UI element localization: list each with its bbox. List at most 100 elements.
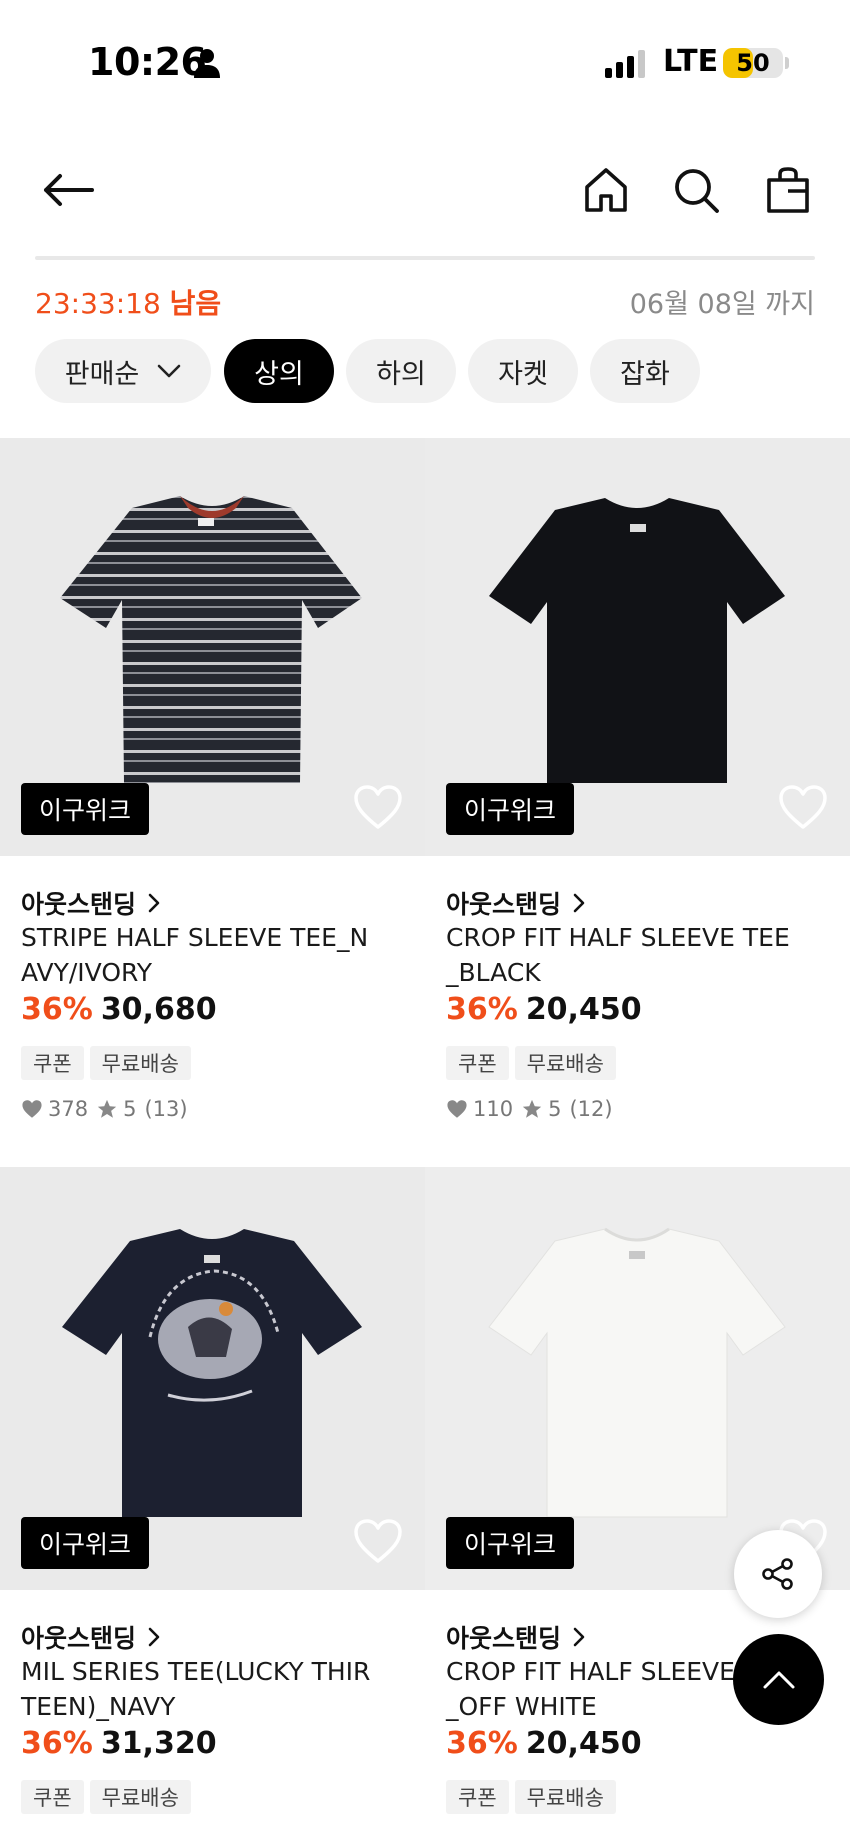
product-name[interactable]: CROP FIT HALF SLEEVE TEE _BLACK	[446, 920, 836, 990]
price-row: 36% 20,450	[446, 992, 642, 1027]
heart-filled-icon	[22, 1100, 42, 1118]
badge-list: 쿠폰 무료배송	[21, 1046, 191, 1080]
arrow-left-icon	[44, 174, 94, 206]
cart-button[interactable]	[760, 162, 816, 218]
category-chip-jackets[interactable]: 자켓	[468, 339, 578, 403]
brand-link[interactable]: 아웃스탠딩	[21, 1619, 160, 1655]
product-card[interactable]: 이구위크 아웃스탠딩 CROP FIT HALF SLEEVE TEE _BLA…	[425, 438, 850, 1121]
event-tag: 이구위크	[21, 1517, 150, 1569]
product-name-line1: CROP FIT HALF SLEEVE TEE	[446, 923, 790, 952]
countdown-time: 23:33:18	[35, 287, 161, 320]
brand-link[interactable]: 아웃스탠딩	[446, 885, 585, 921]
top-nav	[0, 150, 850, 234]
coupon-badge: 쿠폰	[21, 1780, 84, 1814]
sale-price: 30,680	[100, 992, 217, 1027]
status-bar: 10:26 LTE 50	[0, 0, 850, 110]
signal-icon	[605, 50, 645, 78]
brand-name: 아웃스탠딩	[21, 1624, 137, 1653]
home-button[interactable]	[578, 162, 634, 218]
heart-icon[interactable]	[778, 784, 828, 830]
product-card[interactable]: 이구위크 아웃스탠딩 MIL SERIES TEE(LUCKY THIR TEE…	[0, 1167, 425, 1842]
sort-dropdown[interactable]: 판매순	[35, 339, 211, 403]
deal-deadline: 06월 08일 까지	[629, 289, 815, 320]
chevron-right-icon	[573, 1627, 585, 1647]
rating: 5	[123, 1097, 137, 1121]
status-time: 10:26	[88, 40, 207, 84]
sale-price: 31,320	[100, 1726, 217, 1761]
coupon-badge: 쿠폰	[446, 1046, 509, 1080]
share-button[interactable]	[734, 1530, 822, 1618]
rating: 5	[548, 1097, 562, 1121]
deal-timer: 23:33:18 남음 06월 08일 까지	[35, 278, 815, 322]
discount-rate: 36%	[446, 1726, 518, 1761]
product-image[interactable]: 이구위크	[0, 1167, 425, 1590]
product-stats: 110 5 (12)	[446, 1097, 613, 1121]
product-name[interactable]: MIL SERIES TEE(LUCKY THIR TEEN)_NAVY	[21, 1654, 411, 1724]
brand-name: 아웃스탠딩	[21, 890, 137, 919]
product-name-line2: TEEN)_NAVY	[21, 1692, 176, 1721]
badge-list: 쿠폰 무료배송	[446, 1046, 616, 1080]
coupon-badge: 쿠폰	[446, 1780, 509, 1814]
battery-cap	[785, 57, 789, 69]
product-name-line1: STRIPE HALF SLEEVE TEE_N	[21, 923, 369, 952]
chevron-right-icon	[148, 1627, 160, 1647]
product-name[interactable]: STRIPE HALF SLEEVE TEE_N AVY/IVORY	[21, 920, 411, 990]
product-name-line1: MIL SERIES TEE(LUCKY THIR	[21, 1657, 371, 1686]
product-name-line2: AVY/IVORY	[21, 958, 153, 987]
sale-price: 20,450	[525, 1726, 642, 1761]
brand-name: 아웃스탠딩	[446, 1624, 562, 1653]
product-card[interactable]: 이구위크 아웃스탠딩 CROP FIT HALF SLEEVE T _OFF W…	[425, 1167, 850, 1842]
search-icon	[675, 169, 719, 213]
badge-list: 쿠폰 무료배송	[21, 1780, 191, 1814]
review-count: (13)	[144, 1097, 188, 1121]
product-card[interactable]: 이구위크 아웃스탠딩 STRIPE HALF SLEEVE TEE_N AVY/…	[0, 438, 425, 1121]
heart-filled-icon	[447, 1100, 467, 1118]
chevron-up-icon	[763, 1671, 794, 1688]
countdown-remaining-label: 남음	[169, 287, 222, 320]
network-label: LTE	[663, 44, 719, 79]
scroll-to-top-button[interactable]	[733, 1634, 824, 1725]
price-row: 36% 20,450	[446, 1726, 642, 1761]
person-icon	[194, 49, 220, 78]
discount-rate: 36%	[21, 992, 93, 1027]
product-image[interactable]: 이구위크	[0, 438, 425, 856]
category-chip-tops[interactable]: 상의	[224, 339, 334, 403]
category-chip-bottoms[interactable]: 하의	[346, 339, 456, 403]
free-shipping-badge: 무료배송	[514, 1046, 616, 1080]
share-icon	[762, 1558, 793, 1590]
sale-price: 20,450	[525, 992, 642, 1027]
product-image[interactable]: 이구위크	[425, 1167, 850, 1590]
event-tag: 이구위크	[446, 1517, 575, 1569]
chevron-right-icon	[148, 893, 160, 913]
free-shipping-badge: 무료배송	[514, 1780, 616, 1814]
home-icon	[585, 168, 627, 212]
heart-icon[interactable]	[353, 1518, 403, 1564]
header-divider	[35, 256, 815, 260]
free-shipping-badge: 무료배송	[89, 1780, 191, 1814]
like-count: 110	[473, 1097, 514, 1121]
event-tag: 이구위크	[21, 783, 150, 835]
star-icon	[522, 1099, 542, 1118]
back-button[interactable]	[40, 162, 96, 218]
product-image[interactable]: 이구위크	[425, 438, 850, 856]
discount-rate: 36%	[21, 1726, 93, 1761]
search-button[interactable]	[668, 162, 724, 218]
badge-list: 쿠폰 무료배송	[446, 1780, 616, 1814]
battery-icon: 50	[723, 48, 783, 78]
brand-link[interactable]: 아웃스탠딩	[21, 885, 160, 921]
like-count: 378	[48, 1097, 89, 1121]
category-chip-accessories[interactable]: 잡화	[590, 339, 700, 403]
review-count: (12)	[569, 1097, 613, 1121]
sort-label: 판매순	[64, 358, 140, 390]
star-icon	[97, 1099, 117, 1118]
discount-rate: 36%	[446, 992, 518, 1027]
battery-level: 50	[736, 49, 770, 77]
event-tag: 이구위크	[446, 783, 575, 835]
price-row: 36% 31,320	[21, 1726, 217, 1761]
brand-link[interactable]: 아웃스탠딩	[446, 1619, 585, 1655]
countdown: 23:33:18 남음	[35, 282, 221, 322]
heart-icon[interactable]	[353, 784, 403, 830]
coupon-badge: 쿠폰	[21, 1046, 84, 1080]
free-shipping-badge: 무료배송	[89, 1046, 191, 1080]
price-row: 36% 30,680	[21, 992, 217, 1027]
